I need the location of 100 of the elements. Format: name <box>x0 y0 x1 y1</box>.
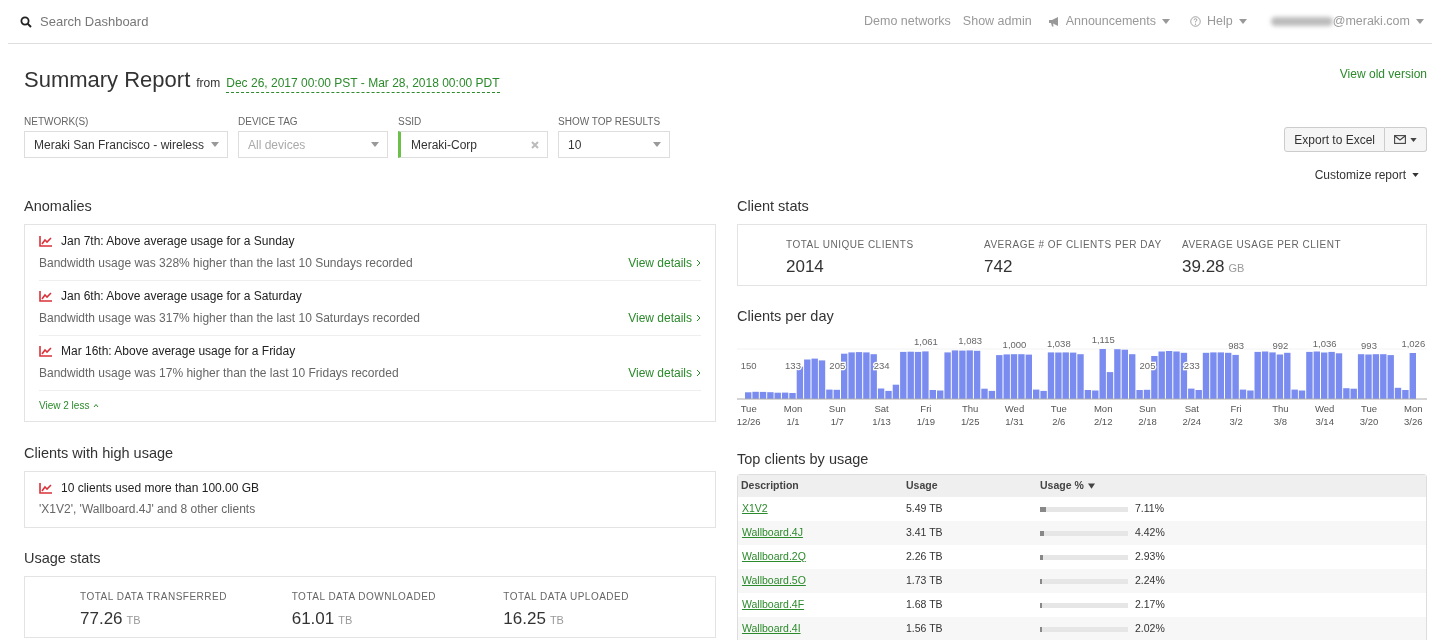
select-field[interactable]: All devices <box>238 131 388 158</box>
usage-cell: 5.49 TB <box>906 502 943 515</box>
section-title: Top clients by usage <box>737 450 870 468</box>
axis-label: Tue 12/26 <box>737 403 761 427</box>
data-label: 983 <box>1228 339 1245 351</box>
view-details-link[interactable]: View details <box>628 254 701 272</box>
usage-cell: 1.56 TB <box>906 622 943 635</box>
trend-chart-icon <box>39 290 53 302</box>
section-title: Clients per day <box>737 307 835 325</box>
stat-label: TOTAL DATA DOWNLOADED <box>291 590 438 604</box>
stat-value: 61.01 <box>291 608 335 630</box>
stat-label: TOTAL UNIQUE CLIENTS <box>786 238 915 252</box>
stat-label: TOTAL DATA UPLOADED <box>503 590 630 604</box>
page-title: Summary Report <box>24 66 191 94</box>
usage-percent: 2.02% <box>1135 621 1165 637</box>
axis-label: Mon 3/26 <box>1404 403 1423 427</box>
usage-percent: 2.17% <box>1135 597 1165 613</box>
caret-icon <box>1410 137 1417 142</box>
stat-value: 39.28 <box>1182 256 1225 278</box>
chevron-right-icon <box>696 259 701 267</box>
stat-value: 742 <box>984 256 1013 278</box>
stat-label: AVERAGE USAGE PER CLIENT <box>1182 238 1343 252</box>
select-field[interactable]: Meraki San Francisco - wireless <box>24 131 228 158</box>
account-menu[interactable]: @meraki.com <box>1270 12 1424 31</box>
data-label: 1,026 <box>1401 338 1426 349</box>
anomaly-description: Bandwidth usage was 317% higher than the last 10 Saturdays recorded <box>39 310 420 327</box>
high-usage-headline: 10 clients used more than 100.00 GB <box>61 480 260 497</box>
client-link[interactable]: Wallboard.2Q <box>742 550 806 563</box>
axis-label: Tue 3/20 <box>1359 403 1379 427</box>
section-title: Usage stats <box>24 549 102 567</box>
data-label: 1,036 <box>1312 337 1337 349</box>
email-menu-button[interactable] <box>1385 127 1427 152</box>
stat-value: 16.25 <box>503 608 546 630</box>
view-old-version-link[interactable]: View old version <box>1339 65 1427 83</box>
section-title: Anomalies <box>24 197 93 215</box>
usage-percent: 7.11% <box>1135 501 1164 517</box>
column-header[interactable]: Description <box>738 478 906 494</box>
axis-label: Sun 1/7 <box>828 403 846 427</box>
help-icon <box>1190 16 1201 27</box>
client-link[interactable]: Wallboard.4J <box>742 526 803 539</box>
caret-icon <box>211 142 219 147</box>
search-field[interactable]: Search Dashboard <box>40 11 240 32</box>
data-label: 150 <box>740 360 757 371</box>
nav-link[interactable]: Show admin <box>962 12 1032 31</box>
usage-percent: 2.24% <box>1135 573 1165 589</box>
client-link[interactable]: Wallboard.5O <box>742 574 806 587</box>
column-header[interactable]: Usage <box>906 478 1040 494</box>
anomaly-title: Jan 6th: Above average usage for a Saturday <box>61 288 302 305</box>
trend-chart-icon <box>39 482 53 494</box>
customize-report-menu[interactable]: Customize report <box>1314 166 1419 184</box>
usage-percent: 2.93% <box>1135 549 1165 565</box>
chevron-right-icon <box>696 314 701 322</box>
stat-value: 2014 <box>786 256 824 278</box>
caret-icon <box>1412 173 1419 177</box>
section-title: Clients with high usage <box>24 444 175 462</box>
view-details-link[interactable]: View details <box>628 309 701 327</box>
client-link[interactable]: Wallboard.4I <box>742 622 801 635</box>
select-field[interactable]: Meraki-Corp <box>398 131 548 158</box>
section-title: Client stats <box>737 197 810 215</box>
export-button[interactable]: Export to Excel <box>1284 127 1385 152</box>
client-link[interactable]: Wallboard.4F <box>742 598 805 611</box>
axis-label: Mon 2/12 <box>1093 403 1113 427</box>
usage-cell: 2.26 TB <box>906 550 943 563</box>
axis-label: Wed 3/14 <box>1315 403 1335 427</box>
data-label: 1,115 <box>1091 334 1115 345</box>
nav-link[interactable]: Demo networks <box>864 12 951 31</box>
trend-chart-icon <box>39 345 53 357</box>
envelope-icon <box>1394 135 1406 144</box>
filter-label: SSID <box>398 116 423 128</box>
data-label: 1,000 <box>1002 339 1027 351</box>
chevron-right-icon <box>696 369 701 377</box>
axis-label: Thu 3/8 <box>1272 403 1289 427</box>
stat-value: 77.26 <box>80 608 123 630</box>
stat-unit: TB <box>549 613 564 628</box>
view-less-link[interactable]: View 2 less <box>39 398 701 413</box>
filter-label: NETWORK(S) <box>24 116 90 128</box>
help-menu[interactable]: Help <box>1190 12 1247 31</box>
filter-label: DEVICE TAG <box>238 116 299 128</box>
date-range-link[interactable]: Dec 26, 2017 00:00 PST - Mar 28, 2018 00:00 PDT <box>226 74 500 93</box>
caret-icon <box>1238 19 1247 24</box>
column-header[interactable]: Usage % <box>1040 478 1426 494</box>
chevron-up-icon <box>93 403 100 408</box>
usage-cell: 1.73 TB <box>906 574 943 587</box>
stat-unit: TB <box>338 613 353 628</box>
axis-label: Thu 1/25 <box>960 403 980 427</box>
announcements-menu[interactable]: Announcements <box>1047 12 1170 31</box>
anomaly-title: Mar 16th: Above average usage for a Friday <box>61 343 296 360</box>
stat-unit: TB <box>126 613 141 628</box>
stat-label: TOTAL DATA TRANSFERRED <box>80 590 228 604</box>
select-field[interactable]: 10 <box>558 131 670 158</box>
filter-label: SHOW TOP RESULTS <box>558 116 662 128</box>
data-label: 1,061 <box>914 336 938 348</box>
axis-label: Sun 2/18 <box>1138 403 1157 427</box>
client-link[interactable]: X1V2 <box>742 502 768 515</box>
megaphone-icon <box>1047 16 1060 27</box>
blurred-redaction <box>1270 17 1333 26</box>
view-details-link[interactable]: View details <box>628 364 701 382</box>
axis-label: Mon 1/1 <box>783 403 803 427</box>
trend-chart-icon <box>39 235 53 247</box>
axis-label: Tue 2/6 <box>1050 403 1067 427</box>
